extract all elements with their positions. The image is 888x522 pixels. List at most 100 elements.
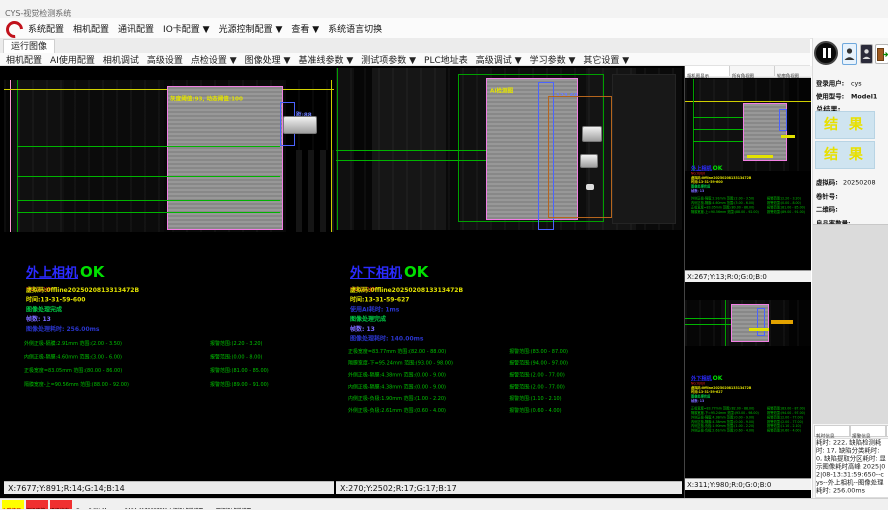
tape-clip-shape xyxy=(283,116,317,134)
tool-spot-check[interactable]: 点检设置 ▼ xyxy=(191,53,237,66)
menu-language-switch[interactable]: 系统语言切换 xyxy=(328,22,382,35)
tab-camera-image[interactable]: 相机图显示 xyxy=(685,66,730,76)
overlay-green-hline xyxy=(693,117,743,118)
info-tabs: 耗时信息 报警信息 统计信息 xyxy=(814,425,888,437)
menu-light-config[interactable]: 光源控制配置 ▼ xyxy=(219,22,283,35)
admin-button[interactable] xyxy=(860,44,873,64)
overlay-green-vline xyxy=(17,80,18,232)
capture-time: 时间:13-31-59-600 xyxy=(26,295,341,305)
measurement-rows: 外侧正极-隔膜:2.91mm 范围:(2.00 - 3.50)报警范围:(2.2… xyxy=(24,340,359,395)
tool-baseline-params[interactable]: 基准线参数 ▼ xyxy=(298,53,353,66)
overlay-green-hline xyxy=(685,324,731,325)
small-bottom-view: 外下相机OK NG:0|0|0 虚拟码:0ffline2025020813313… xyxy=(684,282,811,498)
mini-result-block: 外下相机OK NG:0|0|0 虚拟码:0ffline2025020813313… xyxy=(691,376,817,433)
machine-block xyxy=(612,74,676,224)
frame-count: 帧数: 13 xyxy=(350,324,665,334)
measurement-row: 隔膜宽度-上=90.56mm 范围:(88.00 - 92.00)报警范围:(8… xyxy=(691,210,817,214)
tab-timing-info[interactable]: 耗时信息 xyxy=(814,425,850,437)
pause-icon xyxy=(828,48,831,58)
tab-alarm-info[interactable]: 报警信息 xyxy=(850,425,886,437)
overlay-pink-line xyxy=(10,80,11,232)
model-value[interactable]: Model1 xyxy=(851,93,877,100)
tool-other-settings[interactable]: 其它设置 ▼ xyxy=(583,53,629,66)
overlay-yellow-mark xyxy=(749,328,769,331)
toolbar: 相机配置 AI使用配置 相机调试 高级设置 点检设置 ▼ 图像处理 ▼ 基准线参… xyxy=(0,53,810,66)
timing-log-text: 耗时: 222, 缺陷检测耗时: 17, 缺陷分类耗时: 0, 缺陷提取分区耗时… xyxy=(816,439,886,495)
virtual-code: 虚拟码:0ffline2025020813313472B xyxy=(26,285,341,295)
tool-camera-debug[interactable]: 相机调试 xyxy=(103,53,139,66)
frame-count: 帧数: 13 xyxy=(26,314,341,324)
measurement-row: 内侧正极-隔膜:4.38mm 范围:(0.00 - 9.00)报警范围:(2.0… xyxy=(348,383,683,395)
overlay-green-hline xyxy=(693,129,743,130)
small-view-tabs: 相机图显示 所有角视图 轮廓角视图 xyxy=(685,66,811,78)
menu-view[interactable]: 查看 ▼ xyxy=(291,22,319,35)
small-bottom-coords-bar: X:311;Y:980;R:0;G:0;B:0 xyxy=(685,478,811,490)
tool-plc-address[interactable]: PLC地址表 xyxy=(424,53,468,66)
left-camera-image[interactable]: 灰度阈值:93, 动态阈值:100 距:88 xyxy=(4,80,334,232)
tool-camera-config[interactable]: 相机配置 xyxy=(6,53,42,66)
info-log-area[interactable]: 耗时: 222, 缺陷检测耗时: 17, 缺陷分类耗时: 0, 缺陷提取分区耗时… xyxy=(815,438,888,498)
app-window: CYS-视觉检测系统 系统配置 相机配置 通讯配置 IO卡配置 ▼ 光源控制配置… xyxy=(0,0,888,522)
result-status: OK xyxy=(80,263,104,281)
roi-blue-rect xyxy=(757,308,765,336)
menu-bar: 系统配置 相机配置 通讯配置 IO卡配置 ▼ 光源控制配置 ▼ 查看 ▼ 系统语… xyxy=(0,18,888,39)
menu-items: 系统配置 相机配置 通讯配置 IO卡配置 ▼ 光源控制配置 ▼ 查看 ▼ 系统语… xyxy=(28,18,382,38)
result-status: OK xyxy=(404,263,428,281)
capture-time: 时间:13-31-59-627 xyxy=(350,295,665,305)
virtual-code: 虚拟码:0ffline2025020813313472B xyxy=(350,285,665,295)
small-top-coords-bar: X:267;Y:13;R:0;G:0;B:0 xyxy=(685,270,811,282)
measurement-row: 外侧正极-负极:2.61mm 范围:(0.60 - 4.00)报警范围:(0.6… xyxy=(691,428,817,432)
overlay-yellow-mark xyxy=(781,135,795,138)
overlay-green-vline xyxy=(725,300,726,346)
right-panel: 登录用户:cys 使用型号:Model1 总结果: 结 果 结 果 虚拟码:20… xyxy=(812,38,888,498)
overlay-yellow-mark xyxy=(771,320,793,324)
tool-learning-params[interactable]: 学习参数 ▼ xyxy=(530,53,576,66)
overlay-threshold-text: 灰度阈值:93, 动态阈值:100 xyxy=(170,88,274,107)
machine-dark-bars xyxy=(296,150,334,232)
roi-blue-rect xyxy=(779,109,787,131)
overlay-green-hline xyxy=(17,146,280,147)
tool-test-params[interactable]: 测试项参数 ▼ xyxy=(361,53,416,66)
measurement-row: 外侧正极-负极:2.61mm 范围:(0.60 - 4.00)报警范围:(0.6… xyxy=(348,407,683,419)
overlay-green-hline xyxy=(17,176,280,177)
status-bar: 心跳信号 相机连接 通讯状态 Cpu: 0.0% Memory: 3424.41… xyxy=(0,498,888,510)
tool-ai-config[interactable]: AI使用配置 xyxy=(50,53,95,66)
measurement-row: 隔膜宽度-上=90.56mm 范围:(88.00 - 92.00)报警范围:(8… xyxy=(24,381,359,395)
tool-advanced-debug[interactable]: 高级调试 ▼ xyxy=(476,53,522,66)
overlay-green-hline xyxy=(685,318,731,319)
mid-camera-view: AI检测图 123.60 外下相机OK NG:0|0|0 虚拟码:0ffline… xyxy=(336,66,682,494)
small-top-image[interactable] xyxy=(685,79,811,171)
bright-spot xyxy=(586,184,594,190)
menu-io-config[interactable]: IO卡配置 ▼ xyxy=(163,22,210,35)
menu-system-config[interactable]: 系统配置 xyxy=(28,22,64,35)
overlay-yellow-mark xyxy=(747,155,773,158)
processing-time: 图像处理耗时: 256.00ms xyxy=(26,324,341,334)
mid-camera-image[interactable]: AI检测图 123.60 xyxy=(336,68,682,230)
tool-image-processing[interactable]: 图像处理 ▼ xyxy=(245,53,291,66)
lower-camera-check-link[interactable]: 下相机|点检结果 xyxy=(216,500,275,509)
small-top-view: 相机图显示 所有角视图 轮廓角视图 外上相机OK NG:0|0|0 虚拟码:0f… xyxy=(684,66,811,282)
tape-clip-shape xyxy=(580,154,598,168)
overlay-ai-label: AI检测图 xyxy=(490,80,523,99)
small-bottom-image[interactable] xyxy=(685,300,811,346)
title-bar: CYS-视觉检测系统 xyxy=(0,0,888,19)
tab-all-corners[interactable]: 所有角视图 xyxy=(730,66,775,76)
comm-link-indicator: 通讯状态 xyxy=(50,500,72,509)
pause-button[interactable] xyxy=(814,41,838,65)
roi-product-rect xyxy=(167,86,283,230)
tool-advanced-settings[interactable]: 高级设置 xyxy=(147,53,183,66)
exit-button[interactable] xyxy=(875,44,888,64)
tape-clip-shape xyxy=(582,126,602,142)
measurement-row: 隔膜宽度-下=95.24mm 范围:(93.00 - 98.00)报警范围:(9… xyxy=(348,360,683,372)
menu-camera-config[interactable]: 相机配置 xyxy=(73,22,109,35)
mini-result-block: 外上相机OK NG:0|0|0 虚拟码:0ffline2025020813313… xyxy=(691,166,817,214)
processing-done: 图像处理完成 xyxy=(26,305,341,315)
measurement-row: 正极宽度=83.05mm 范围:(80.00 - 86.00)报警范围:(81.… xyxy=(24,367,359,381)
overlay-green-hline xyxy=(17,200,280,201)
result-header-block: 虚拟码:0ffline2025020813313472B 时间:13-31-59… xyxy=(350,285,665,344)
user-button[interactable] xyxy=(842,43,857,65)
panel-disabled-area xyxy=(813,224,888,424)
menu-comm-config[interactable]: 通讯配置 xyxy=(118,22,154,35)
left-view-coords-bar: X:7677;Y:891;R:14;G:14;B:14 xyxy=(4,481,334,494)
overlay-green-vline xyxy=(337,68,338,230)
